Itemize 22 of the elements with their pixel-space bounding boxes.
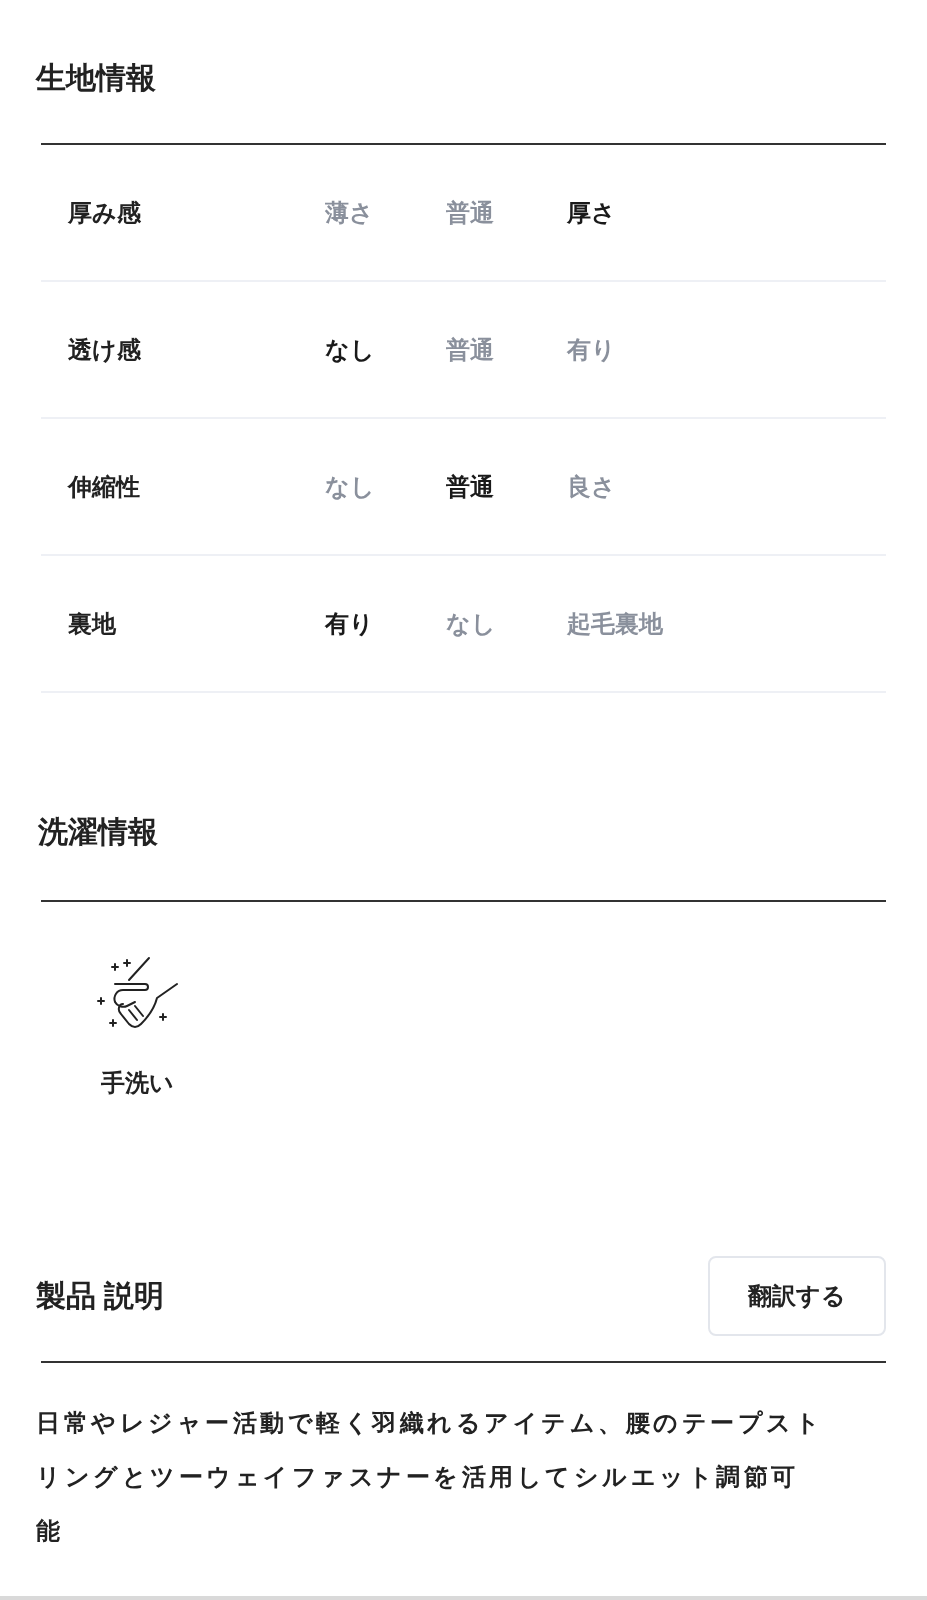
translate-button[interactable]: 翻訳する bbox=[708, 1256, 886, 1336]
attribute-option: なし bbox=[325, 468, 446, 505]
attribute-option: なし bbox=[446, 605, 567, 642]
description-text: 日常やレジャー活動で軽く羽織れるアイテム、腰のテープストリングとツーウェイファスナーを活用してシルエット調節可能 bbox=[35, 1408, 824, 1546]
attribute-option: 普通 bbox=[446, 331, 567, 368]
section-heading: 製品 説明 bbox=[36, 1278, 165, 1314]
attribute-option: 良さ bbox=[567, 468, 688, 505]
attribute-label: 伸縮性 bbox=[66, 471, 141, 502]
attribute-option: 有り bbox=[567, 331, 688, 368]
attribute-label: 透け感 bbox=[67, 334, 142, 365]
attribute-option: 薄さ bbox=[325, 194, 446, 231]
section-heading: 生地情報 bbox=[36, 59, 156, 96]
attribute-option: 普通 bbox=[446, 468, 567, 505]
attribute-option: なし bbox=[325, 331, 446, 368]
attribute-label: 裏地 bbox=[67, 608, 117, 639]
section-heading: 洗濯情報 bbox=[38, 814, 158, 850]
attribute-option: 有り bbox=[325, 605, 446, 642]
attribute-option: 厚さ bbox=[567, 194, 688, 231]
attribute-option: 起毛裏地 bbox=[567, 605, 688, 642]
attribute-option: 普通 bbox=[446, 194, 567, 231]
care-label: 手洗い bbox=[100, 1068, 174, 1098]
attribute-label: 厚み感 bbox=[67, 197, 142, 228]
